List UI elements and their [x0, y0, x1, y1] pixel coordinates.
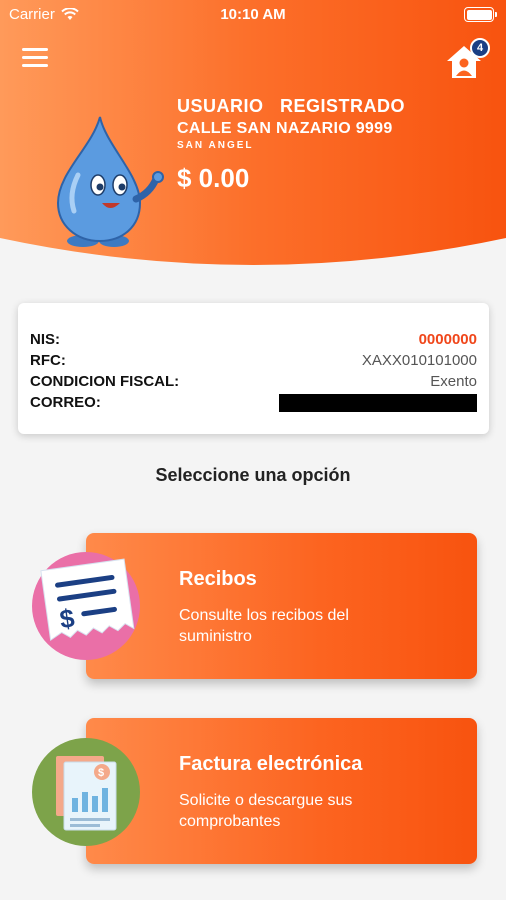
email-row: CORREO: [30, 392, 477, 413]
home-notifications-button[interactable]: 4 [446, 38, 490, 78]
email-label: CORREO: [30, 394, 101, 411]
water-drop-mascot [56, 116, 164, 247]
menu-bar [22, 64, 48, 67]
rfc-label: RFC: [30, 352, 66, 369]
status-bar: Carrier 10:10 AM [0, 0, 506, 30]
rfc-row: RFC: XAXX010101000 [30, 350, 477, 371]
invoice-icon: $ [32, 738, 140, 846]
select-option-heading: Seleccione una opción [155, 465, 351, 485]
receipts-option-description: Consulte los recibos del suministro [179, 607, 349, 645]
clock: 10:10 AM [220, 6, 286, 23]
user-area: SAN ANGEL [177, 140, 254, 151]
svg-text:$: $ [98, 767, 104, 779]
nis-row: NIS: 0000000 [30, 329, 477, 350]
rfc-value: XAXX010101000 [361, 352, 477, 369]
battery-icon [464, 7, 497, 22]
invoice-option-description: Solicite o descargue sus comprobantes [179, 792, 353, 830]
user-name: USUARIO REGISTRADO [177, 96, 406, 116]
nis-value: 0000000 [418, 331, 477, 348]
account-info-card: NIS: 0000000 RFC: XAXX010101000 CONDICIO… [18, 303, 489, 434]
invoice-option-title: Factura electrónica [179, 753, 363, 775]
header: Carrier 10:10 AM 4 USUARIO REGISTRADO CA… [0, 0, 506, 275]
fiscal-condition-label: CONDICION FISCAL: [30, 373, 180, 390]
email-redacted [279, 393, 477, 412]
balance-amount: $ 0.00 [177, 163, 250, 193]
user-summary: USUARIO REGISTRADO CALLE SAN NAZARIO 999… [177, 96, 405, 194]
notification-badge: 4 [470, 38, 490, 58]
menu-bar [22, 56, 48, 59]
menu-bar [22, 48, 48, 51]
receipts-option-title: Recibos [179, 568, 257, 590]
receipt-icon: $ [32, 552, 140, 660]
nis-label: NIS: [30, 331, 60, 348]
menu-button[interactable] [22, 48, 48, 70]
user-address: CALLE SAN NAZARIO 9999 [177, 120, 393, 137]
fiscal-condition-value: Exento [430, 373, 477, 390]
fiscal-condition-row: CONDICION FISCAL: Exento [30, 371, 477, 392]
